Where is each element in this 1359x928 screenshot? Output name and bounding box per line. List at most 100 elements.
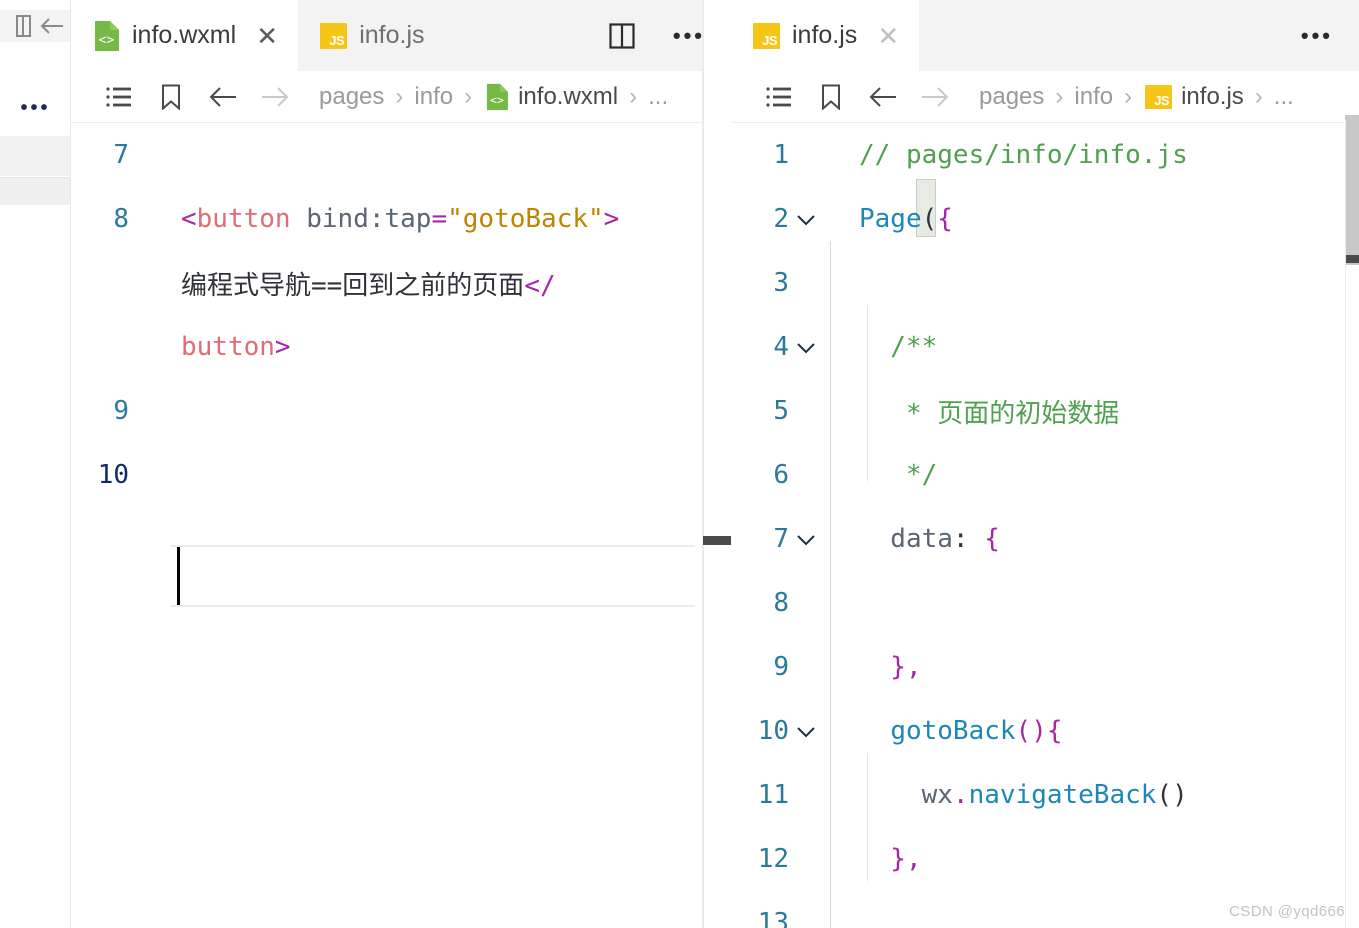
code-line[interactable]: 2 Page({ bbox=[731, 187, 1359, 251]
code-token: > bbox=[603, 204, 620, 234]
tab-info-js-left[interactable]: JS info.js bbox=[298, 0, 443, 71]
line-number: 10 bbox=[757, 716, 789, 746]
code-token: /** bbox=[859, 332, 938, 362]
line-number: 6 bbox=[773, 460, 789, 490]
outline-list-icon[interactable] bbox=[93, 86, 145, 108]
arrow-right-icon[interactable] bbox=[249, 85, 301, 109]
js-file-icon: JS bbox=[320, 22, 348, 49]
fold-chevron-icon[interactable] bbox=[789, 723, 823, 739]
code-text: gotoBack(){ bbox=[859, 716, 1063, 746]
arrow-right-icon[interactable] bbox=[909, 85, 961, 109]
code-text: // pages/info/info.js bbox=[859, 140, 1188, 170]
code-editor-right[interactable]: 1// pages/info/info.js 2 Page({3 4 /** 5 * 页… bbox=[731, 123, 1359, 928]
sidebar-band-a bbox=[0, 136, 71, 176]
editor-pane-left: <> info.wxml ✕ JS info.js ••• pages › in… bbox=[71, 0, 732, 928]
toggle-sidebar-button[interactable] bbox=[0, 10, 71, 42]
bookmark-icon[interactable] bbox=[145, 84, 197, 110]
breadcrumb-segment-pages[interactable]: pages bbox=[319, 83, 384, 111]
scrollbar-cursor-marker bbox=[1345, 255, 1359, 263]
arrow-left-icon[interactable] bbox=[857, 85, 909, 109]
line-number: 7 bbox=[773, 524, 789, 554]
breadcrumb-separator: › bbox=[1055, 82, 1064, 110]
code-line[interactable]: 9 }, bbox=[731, 635, 1359, 699]
code-line[interactable]: 3 bbox=[731, 251, 1359, 315]
code-token: () bbox=[1156, 780, 1188, 810]
code-line[interactable]: 9 bbox=[71, 379, 731, 443]
code-line[interactable]: 11 wx.navigateBack() bbox=[731, 763, 1359, 827]
split-editor-icon[interactable] bbox=[609, 22, 635, 49]
code-token: button bbox=[196, 204, 291, 234]
bookmark-icon[interactable] bbox=[805, 84, 857, 110]
tabbar-left: <> info.wxml ✕ JS info.js ••• bbox=[71, 0, 731, 71]
toggle-sidebar-icon bbox=[16, 15, 65, 37]
breadcrumb-segment-file[interactable]: info.wxml bbox=[518, 83, 618, 111]
code-line[interactable]: 1 // pages/info/info.js bbox=[731, 123, 1359, 187]
code-line[interactable]: 8 <button bind:tap="gotoBack"> bbox=[71, 187, 731, 251]
code-token: ( bbox=[921, 204, 938, 234]
tab-info-wxml[interactable]: <> info.wxml ✕ bbox=[71, 0, 299, 71]
breadcrumb-segment-info[interactable]: info bbox=[1074, 83, 1113, 111]
minimap-slider[interactable] bbox=[703, 536, 731, 545]
editor-more-icon[interactable]: ••• bbox=[1301, 24, 1333, 46]
line-number: 2 bbox=[773, 204, 789, 234]
vertical-scrollbar[interactable] bbox=[1345, 0, 1359, 928]
wxml-file-icon: <> bbox=[93, 20, 120, 52]
arrow-left-icon[interactable] bbox=[197, 85, 249, 109]
outline-list-icon[interactable] bbox=[753, 86, 805, 108]
tabbar-spacer bbox=[442, 0, 593, 71]
scrollbar-thumb[interactable] bbox=[1345, 115, 1359, 265]
breadcrumb-segment-more[interactable]: ... bbox=[648, 83, 668, 111]
tab-info-js-right[interactable]: JS info.js ✕ bbox=[731, 0, 920, 71]
breadcrumb-separator: › bbox=[395, 82, 404, 110]
code-line[interactable]: button> bbox=[71, 315, 731, 379]
fold-chevron-icon[interactable] bbox=[789, 531, 823, 547]
code-token: button bbox=[181, 332, 275, 362]
code-line[interactable]: 4 /** bbox=[731, 315, 1359, 379]
breadcrumb-trail-right: pages › info › JS info.js › ... bbox=[979, 83, 1294, 111]
line-number: 10 bbox=[97, 460, 129, 490]
fold-chevron-icon[interactable] bbox=[789, 339, 823, 355]
code-line[interactable]: 7 data: { bbox=[731, 507, 1359, 571]
code-text: */ bbox=[859, 460, 937, 490]
code-token: data bbox=[859, 524, 953, 554]
code-token: . bbox=[952, 780, 969, 810]
breadcrumb-segment-pages[interactable]: pages bbox=[979, 83, 1044, 111]
code-token: = bbox=[431, 204, 448, 234]
js-file-icon: JS bbox=[1145, 84, 1173, 109]
tab-close-button[interactable]: ✕ bbox=[875, 23, 901, 49]
code-line[interactable]: 10 gotoBack(){ bbox=[731, 699, 1359, 763]
breadcrumb-separator: › bbox=[464, 82, 473, 110]
code-text: }, bbox=[859, 844, 921, 874]
line-number: 8 bbox=[113, 204, 129, 234]
breadcrumb-segment-more[interactable]: ... bbox=[1274, 83, 1294, 111]
code-token: } bbox=[859, 844, 906, 874]
vscode-window: ••• <> info.wxml ✕ JS info.js ••• pages … bbox=[0, 0, 1359, 928]
wxml-file-icon: <> bbox=[485, 83, 509, 111]
breadcrumb-left: pages › info › <> info.wxml › ... bbox=[71, 71, 731, 123]
code-text: Page({ bbox=[859, 204, 953, 234]
code-line[interactable]: 8 bbox=[731, 571, 1359, 635]
sidebar-more-button[interactable]: ••• bbox=[0, 80, 71, 136]
code-line[interactable]: 7 bbox=[71, 123, 731, 187]
tab-close-button[interactable]: ✕ bbox=[254, 23, 280, 49]
sidebar-body bbox=[0, 205, 71, 928]
fold-chevron-icon[interactable] bbox=[789, 211, 823, 227]
code-line[interactable]: 5 * 页面的初始数据 bbox=[731, 379, 1359, 443]
code-token: { bbox=[1046, 716, 1063, 746]
line-number: 9 bbox=[773, 652, 789, 682]
code-line[interactable]: 编程式导航==回到之前的页面</ bbox=[71, 251, 731, 315]
breadcrumb-segment-info[interactable]: info bbox=[414, 83, 453, 111]
code-text: wx.navigateBack() bbox=[859, 780, 1188, 810]
code-editor-left[interactable]: 7 8 <button bind:tap="gotoBack"> 编程式导航==回到之… bbox=[71, 123, 731, 928]
breadcrumb-segment-file[interactable]: info.js bbox=[1181, 83, 1244, 111]
minimap-left[interactable] bbox=[703, 0, 731, 928]
line-number: 4 bbox=[773, 332, 789, 362]
code-line[interactable]: 10 bbox=[71, 443, 731, 507]
tab-label: info.js bbox=[792, 21, 858, 49]
code-token: bind:tap bbox=[306, 204, 432, 234]
code-line[interactable]: 12 }, bbox=[731, 827, 1359, 891]
code-text: <button bind:tap="gotoBack"> bbox=[181, 204, 619, 234]
code-line[interactable]: 6 */ bbox=[731, 443, 1359, 507]
editor-more-icon[interactable]: ••• bbox=[673, 24, 705, 46]
tab-label: info.wxml bbox=[132, 21, 237, 49]
